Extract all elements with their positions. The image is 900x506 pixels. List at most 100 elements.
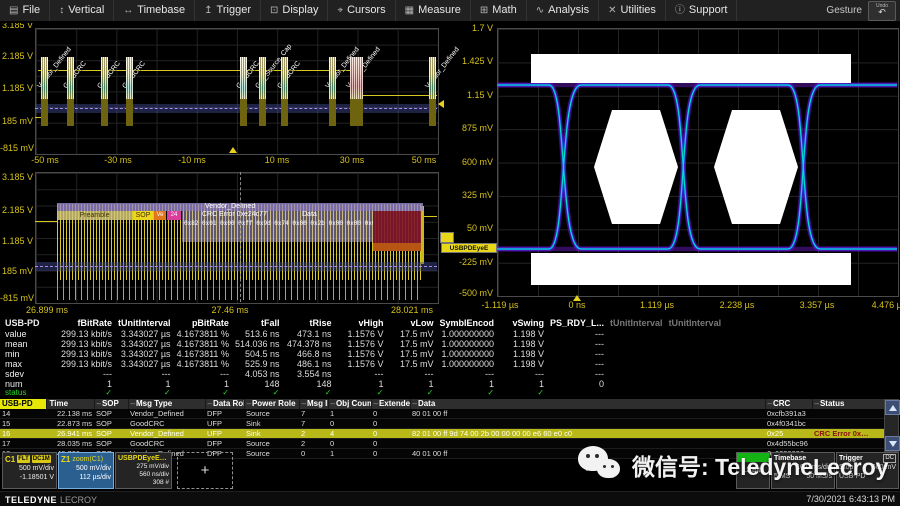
- measure-col-header[interactable]: tUnitInterval: [607, 318, 666, 329]
- menu-item[interactable]: ⓘ Support: [666, 0, 738, 21]
- decode-msgid[interactable]: 24: [167, 211, 181, 220]
- menu-item[interactable]: ✕ Utilities: [599, 0, 666, 21]
- proto-row[interactable]: 1626.941 msSOPVendor_Defined UFPSink24 0…: [0, 429, 884, 439]
- proto-col-header[interactable]: –Msg Type: [128, 399, 205, 409]
- eye-name: USBPDEyeE…: [118, 455, 167, 463]
- proto-col-header[interactable]: –Msg ID: [299, 399, 328, 409]
- measure-col-header[interactable]: SymblEncod: [437, 318, 498, 329]
- c1-trace-low: [358, 95, 437, 96]
- proto-col-header[interactable]: Time: [46, 399, 94, 409]
- decode-sop[interactable]: SOP: [133, 211, 153, 220]
- channel-descriptor-c1[interactable]: C1 FLT DC1M 500 mV/div -1.18501 V: [2, 452, 57, 489]
- menu-item[interactable]: ↥ Trigger: [195, 0, 261, 21]
- proto-col-header[interactable]: –Obj Count: [328, 399, 371, 409]
- proto-col-header[interactable]: –Data: [410, 399, 765, 409]
- y-axis-label: 325 mV: [455, 190, 493, 200]
- trigger-time-marker[interactable]: [229, 147, 237, 153]
- c1-trace-high: [38, 70, 358, 71]
- zoom-panel-z1[interactable]: 3.185 V2.185 V1.185 V185 mV-815 mV 26.89…: [0, 168, 455, 318]
- y-axis-label: 185 mV: [0, 266, 33, 276]
- oscilloscope-app: ▤ File ↕ Vertical ↔ Timebase ↥ Trigger: [0, 0, 900, 506]
- menu-item[interactable]: ↔ Timebase: [114, 0, 195, 21]
- decode-crc-band[interactable]: CRC Error 0xe24c77 Data 0x82 0x01 0x00 0…: [182, 211, 373, 242]
- packet-tail: [259, 99, 266, 126]
- crc-error-fringe: [373, 243, 421, 251]
- undo-icon: ↶: [878, 8, 886, 17]
- x-axis-label: -50 ms: [31, 155, 59, 165]
- proto-row[interactable]: 1522.873 msSOPGoodCRC UFPSink70 00x4f034…: [0, 419, 884, 429]
- menu-item-icon: ∿: [536, 0, 544, 21]
- decode-header[interactable]: Ve: [154, 211, 166, 220]
- y-axis-label: 1.185 V: [0, 236, 33, 246]
- decode-data-label: Data: [302, 211, 317, 218]
- measure-row[interactable]: status ✓✓✓✓ ✓✓✓✓ ✓: [2, 389, 724, 397]
- menu-item-icon: ⊞: [480, 0, 488, 21]
- measure-col-header[interactable]: tUnitInterval: [666, 318, 725, 329]
- menu-item[interactable]: ⌖ Cursors: [328, 0, 395, 21]
- vdiv-value: 500 mV/div: [61, 464, 111, 473]
- proto-row[interactable]: 1422.138 msSOPVendor_Defined DFPSource71…: [0, 409, 884, 419]
- proto-col-header[interactable]: –Extended: [371, 399, 410, 409]
- packet-tail: [429, 99, 436, 126]
- measure-col-header[interactable]: pBitRate: [174, 318, 232, 329]
- proto-col-header[interactable]: –CRC: [765, 399, 812, 409]
- y-axis-label: 1.7 V: [455, 23, 493, 33]
- measure-col-header[interactable]: vLow: [387, 318, 437, 329]
- trigger-level-marker[interactable]: [438, 100, 444, 108]
- menu-item[interactable]: ↕ Vertical: [50, 0, 114, 21]
- y-axis-label: 875 mV: [455, 123, 493, 133]
- zoom-descriptor-z1[interactable]: Z1 zoom(C1) 500 mV/div 112 µs/div: [58, 452, 114, 489]
- measure-row[interactable]: mean 299.13 kbit/s3.343027 µs4.1673811 %…: [2, 339, 724, 349]
- menu-item[interactable]: ⊞ Math: [471, 0, 527, 21]
- measure-col-header[interactable]: vSwing: [497, 318, 547, 329]
- measure-col-header[interactable]: tUnitInterval: [115, 318, 174, 329]
- measure-col-header[interactable]: tFall: [232, 318, 283, 329]
- packet-tail: [350, 99, 363, 126]
- eye-descriptor[interactable]: USBPDEyeE… 275 mV/div 560 ns/div 308 #: [115, 452, 172, 489]
- menu-item-icon: ↕: [59, 0, 64, 21]
- menu-item-icon: ⌖: [337, 0, 343, 21]
- waveform-panel-c1[interactable]: 3.185 V2.185 V1.185 V185 mV-815 mV -50 m…: [0, 22, 455, 168]
- measure-row[interactable]: sdev ---------4.053 ns 3.554 ns---------…: [2, 369, 724, 379]
- eye-trace-badge[interactable]: USBPDEyeE: [441, 243, 497, 253]
- menu-item[interactable]: ▦ Measure: [396, 0, 471, 21]
- menu-bar: ▤ File ↕ Vertical ↔ Timebase ↥ Trigger: [0, 0, 900, 23]
- measure-row[interactable]: num 111148 148111 10: [2, 379, 724, 389]
- measure-col-header[interactable]: tRise: [283, 318, 335, 329]
- packet-waveform: [329, 57, 336, 99]
- eye-diagram-panel[interactable]: 1.7 V1.425 V1.15 V875 mV600 mV325 mV50 m…: [455, 22, 900, 314]
- arrow-down-icon: [889, 441, 897, 447]
- proto-corner[interactable]: USB-PD: [0, 399, 46, 409]
- packet-waveform: [281, 57, 288, 99]
- menu-item-label: Analysis: [548, 0, 589, 21]
- measure-row[interactable]: value 299.13 kbit/s3.343027 µs4.1673811 …: [2, 329, 724, 339]
- menu-item-icon: ▤: [9, 0, 18, 21]
- menu-item[interactable]: ⊡ Display: [261, 0, 328, 21]
- proto-col-header[interactable]: –SOP: [94, 399, 128, 409]
- filter-badge: FLT: [17, 455, 30, 463]
- scroll-up-button[interactable]: [885, 400, 900, 415]
- undo-button[interactable]: Undo ↶: [868, 1, 896, 21]
- packet-waveform: [240, 57, 247, 99]
- decode-preamble[interactable]: Preamble: [57, 211, 132, 220]
- y-axis-label: 50 mV: [455, 223, 493, 233]
- cursor-line[interactable]: [240, 172, 241, 302]
- add-trace-button[interactable]: +: [177, 452, 233, 489]
- z1-trace-start: [35, 221, 57, 222]
- menu-item-label: Timebase: [137, 0, 185, 21]
- proto-col-header[interactable]: –Status: [812, 399, 884, 409]
- watermark-text: 微信号: TeledyneLecroy: [632, 448, 888, 482]
- wechat-icon: [578, 444, 624, 486]
- menu-item[interactable]: ▤ File: [0, 0, 50, 21]
- measure-row[interactable]: min 299.13 kbit/s3.343027 µs4.1673811 %5…: [2, 349, 724, 359]
- menu-item[interactable]: ∿ Analysis: [527, 0, 599, 21]
- measure-col-header[interactable]: PS_RDY_L...: [547, 318, 607, 329]
- packet-waveform: [101, 57, 108, 99]
- measure-col-header[interactable]: vHigh: [335, 318, 387, 329]
- proto-col-header[interactable]: –Data Role: [205, 399, 244, 409]
- y-axis-label: 2.185 V: [0, 205, 33, 215]
- measure-row[interactable]: max 299.13 kbit/s3.343027 µs4.1673811 %5…: [2, 359, 724, 369]
- measure-col-header[interactable]: fBitRate: [58, 318, 115, 329]
- proto-col-header[interactable]: –Power Role: [244, 399, 299, 409]
- x-axis-label: -30 ms: [104, 155, 132, 165]
